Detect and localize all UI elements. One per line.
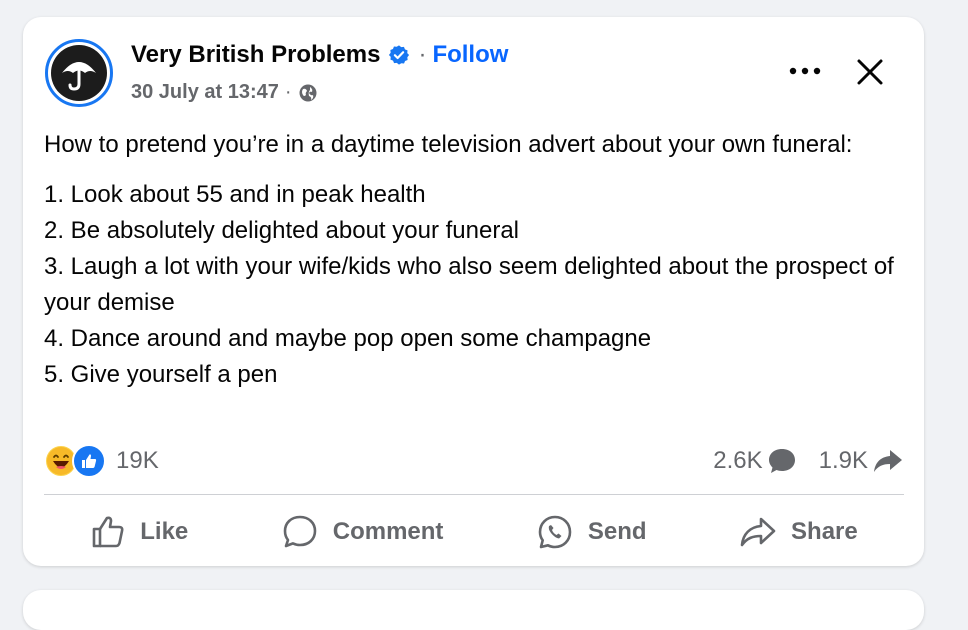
like-button[interactable]: Like (76, 508, 202, 556)
engagement-stats: 19K 2.6K 1.9K (44, 441, 904, 481)
post-header: Very British Problems · Follow (131, 41, 508, 69)
page-name[interactable]: Very British Problems (131, 41, 380, 69)
share-count-value: 1.9K (818, 447, 868, 474)
share-count[interactable]: 1.9K (819, 447, 904, 475)
like-icon (92, 516, 124, 548)
list-item: 1. Look about 55 and in peak health (44, 181, 426, 208)
share-arrow-icon (874, 450, 902, 472)
send-label: Send (587, 518, 647, 545)
more-icon (789, 67, 821, 75)
reaction-icons (44, 444, 106, 478)
send-button[interactable]: Send (522, 507, 661, 557)
follow-button[interactable]: Follow (432, 41, 508, 69)
post-card: Very British Problems · Follow 30 July a… (23, 17, 924, 566)
list-item: 3. Laugh a lot with your wife/kids who a… (44, 253, 894, 316)
like-thumb-icon (72, 444, 106, 478)
post-intro: How to pretend you’re in a daytime telev… (44, 131, 853, 158)
counts-group: 2.6K 1.9K (713, 447, 904, 475)
close-icon (857, 59, 883, 85)
post-body: How to pretend you’re in a daytime telev… (44, 127, 894, 393)
page-avatar[interactable] (45, 39, 113, 107)
reactions-summary[interactable]: 19K (44, 444, 159, 478)
list-item: 5. Give yourself a pen (44, 361, 278, 388)
comment-button[interactable]: Comment (267, 507, 458, 557)
more-options-button[interactable] (783, 53, 827, 89)
divider (44, 494, 904, 495)
action-bar: Like Comment Send Share (44, 507, 904, 557)
share-icon (740, 517, 776, 547)
comment-bubble-icon (768, 449, 795, 473)
list-item: 2. Be absolutely delighted about your fu… (44, 217, 519, 244)
meta-separator: · (284, 81, 292, 103)
share-label: Share (791, 518, 858, 545)
verified-badge-icon (388, 44, 410, 66)
post-meta: 30 July at 13:47 · (131, 81, 318, 104)
post-timestamp[interactable]: 30 July at 13:47 (131, 81, 279, 104)
send-icon (538, 515, 572, 549)
like-label: Like (140, 518, 189, 545)
comment-label: Comment (332, 518, 444, 545)
comment-count[interactable]: 2.6K (713, 447, 796, 475)
globe-icon[interactable] (298, 83, 318, 103)
share-button[interactable]: Share (725, 509, 872, 555)
comment-count-value: 2.6K (713, 447, 763, 474)
umbrella-logo-icon (51, 45, 107, 101)
reaction-count: 19K (116, 447, 159, 474)
name-separator: · (418, 41, 427, 68)
close-button[interactable] (849, 51, 891, 93)
list-item: 4. Dance around and maybe pop open some … (44, 325, 652, 352)
comment-icon (283, 515, 317, 548)
next-post-card (23, 590, 924, 630)
